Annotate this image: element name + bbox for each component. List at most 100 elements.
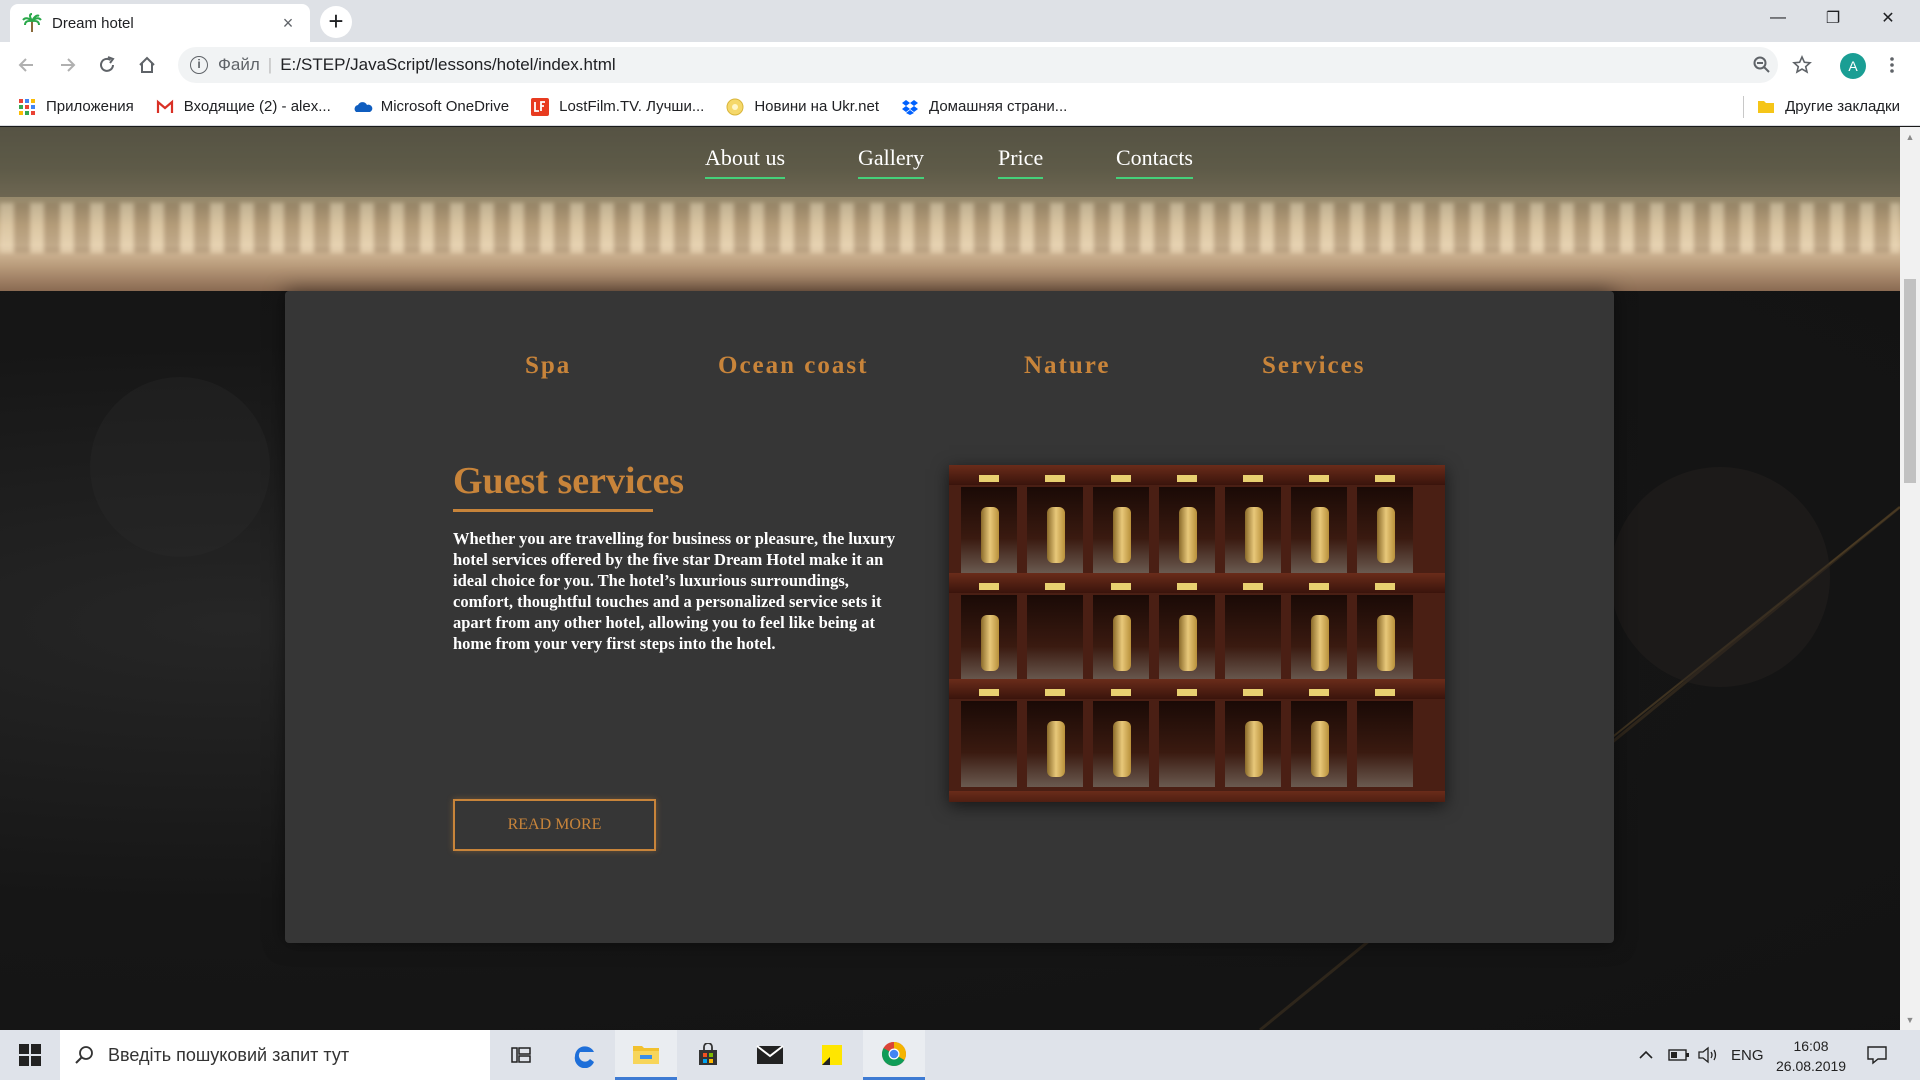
omnibox-separator: | — [267, 55, 273, 74]
bookmark-gmail[interactable]: Входящие (2) - alex... — [156, 98, 331, 116]
search-icon — [74, 1045, 94, 1065]
tab-title: Dream hotel — [52, 14, 134, 32]
nav-price[interactable]: Price — [998, 145, 1044, 179]
task-view-icon[interactable] — [490, 1030, 552, 1080]
windows-start-icon[interactable] — [0, 1030, 60, 1080]
hero-banner: About us Gallery Price Contacts — [0, 127, 1900, 291]
key-cubby — [961, 701, 1017, 787]
chrome-icon[interactable] — [863, 1030, 925, 1080]
bookmark-onedrive[interactable]: Microsoft OneDrive — [353, 98, 509, 116]
file-explorer-icon[interactable] — [615, 1030, 677, 1080]
number-plate — [979, 689, 999, 696]
number-plate — [1177, 583, 1197, 590]
file-scheme-label: Файл — [218, 55, 260, 74]
read-more-button[interactable]: READ MORE — [453, 799, 656, 851]
key-cubby — [1159, 701, 1215, 787]
section-body-text: Whether you are travelling for business … — [453, 529, 896, 653]
key-cubby — [1357, 701, 1413, 787]
shelf — [949, 679, 1445, 699]
windows-taskbar: Введіть пошуковий запит тут ENG 16:08 26… — [0, 1030, 1920, 1080]
taskbar-search-box[interactable]: Введіть пошуковий запит тут — [60, 1030, 490, 1080]
nav-contacts[interactable]: Contacts — [1116, 145, 1193, 179]
back-arrow-icon[interactable] — [12, 50, 42, 80]
volume-icon[interactable] — [1697, 1030, 1719, 1080]
mail-icon[interactable] — [739, 1030, 801, 1080]
number-plate — [1045, 475, 1065, 482]
bookmark-lostfilm[interactable]: LostFilm.TV. Лучши... — [531, 97, 704, 116]
sticky-notes-icon[interactable] — [801, 1030, 863, 1080]
new-tab-button[interactable]: + — [320, 6, 352, 38]
browser-tab-active[interactable]: Dream hotel × — [10, 4, 310, 42]
apps-grid-icon — [18, 98, 36, 116]
edge-browser-icon[interactable] — [553, 1030, 615, 1080]
ukrnet-icon — [726, 98, 744, 116]
bookmarks-divider — [1743, 96, 1744, 118]
taskbar-clock[interactable]: 16:08 26.08.2019 — [1776, 1036, 1846, 1076]
store-icon[interactable] — [677, 1030, 739, 1080]
number-plate — [1375, 689, 1395, 696]
room-key — [1377, 507, 1395, 563]
clock-date: 26.08.2019 — [1776, 1058, 1847, 1074]
dropbox-icon — [901, 98, 919, 116]
close-window-button[interactable]: ✕ — [1863, 0, 1913, 36]
number-plate — [1111, 583, 1131, 590]
bookmark-dropbox[interactable]: Домашняя страни... — [901, 98, 1067, 116]
scroll-thumb[interactable] — [1904, 279, 1916, 483]
other-bookmarks[interactable]: Другие закладки — [1757, 97, 1900, 115]
shelf — [949, 791, 1445, 802]
notifications-icon[interactable] — [1866, 1030, 1888, 1080]
home-icon[interactable] — [132, 50, 162, 80]
reload-icon[interactable] — [92, 50, 122, 80]
key-cubby — [1027, 595, 1083, 681]
language-indicator[interactable]: ENG — [1731, 1030, 1764, 1080]
shelf — [949, 573, 1445, 593]
bookmark-label: Microsoft OneDrive — [380, 98, 510, 115]
bookmark-label: Приложения — [46, 98, 134, 115]
menu-dots-icon[interactable] — [1877, 50, 1907, 80]
bookmark-ukrnet[interactable]: Новини на Ukr.net — [726, 98, 879, 116]
url-text[interactable]: E:/STEP/JavaScript/lessons/hotel/index.h… — [280, 55, 615, 75]
lostfilm-icon — [531, 97, 550, 116]
bookmark-star-icon[interactable] — [1787, 50, 1817, 80]
room-key — [1113, 721, 1131, 777]
shelf — [949, 465, 1445, 485]
bookmark-apps[interactable]: Приложения — [18, 98, 134, 116]
other-bookmarks-label: Другие закладки — [1785, 97, 1900, 115]
room-key — [981, 507, 999, 563]
restore-button[interactable]: ❐ — [1808, 0, 1858, 36]
zoom-icon[interactable] — [1747, 50, 1777, 80]
battery-icon[interactable] — [1668, 1030, 1690, 1080]
tray-chevron-icon[interactable] — [1638, 1030, 1654, 1080]
bookmark-label: Новини на Ukr.net — [754, 98, 879, 115]
number-plate — [1309, 475, 1329, 482]
scroll-up-arrow-icon[interactable]: ▲ — [1904, 131, 1916, 143]
room-key — [1245, 507, 1263, 563]
address-bar[interactable]: i Файл | E:/STEP/JavaScript/lessons/hote… — [178, 47, 1778, 83]
page-scrollbar[interactable]: ▲ ▼ — [1900, 127, 1920, 1030]
tab-close-icon[interactable]: × — [278, 13, 298, 34]
site-info-icon[interactable]: i — [190, 56, 208, 74]
hotel-keys-photo — [949, 465, 1445, 802]
number-plate — [1045, 583, 1065, 590]
main-nav: About us Gallery Price Contacts — [0, 127, 1900, 197]
browser-toolbar: i Файл | E:/STEP/JavaScript/lessons/hote… — [0, 42, 1920, 88]
minimize-button[interactable]: — — [1753, 0, 1803, 36]
number-plate — [1177, 475, 1197, 482]
number-plate — [1243, 583, 1263, 590]
number-plate — [1309, 689, 1329, 696]
nav-gallery[interactable]: Gallery — [858, 145, 924, 179]
profile-avatar[interactable]: A — [1840, 53, 1866, 79]
folder-icon — [1757, 97, 1775, 115]
nav-about-us[interactable]: About us — [705, 145, 786, 179]
room-key — [1047, 721, 1065, 777]
forward-arrow-icon[interactable] — [52, 50, 82, 80]
number-plate — [1375, 583, 1395, 590]
title-underline — [453, 509, 653, 512]
tab-spa[interactable]: Spa — [525, 352, 571, 380]
room-key — [1047, 507, 1065, 563]
room-key — [1179, 615, 1197, 671]
tab-ocean-coast[interactable]: Ocean coast — [718, 352, 868, 380]
scroll-down-arrow-icon[interactable]: ▼ — [1904, 1014, 1916, 1026]
tab-nature[interactable]: Nature — [1024, 352, 1111, 380]
tab-services[interactable]: Services — [1262, 352, 1365, 380]
